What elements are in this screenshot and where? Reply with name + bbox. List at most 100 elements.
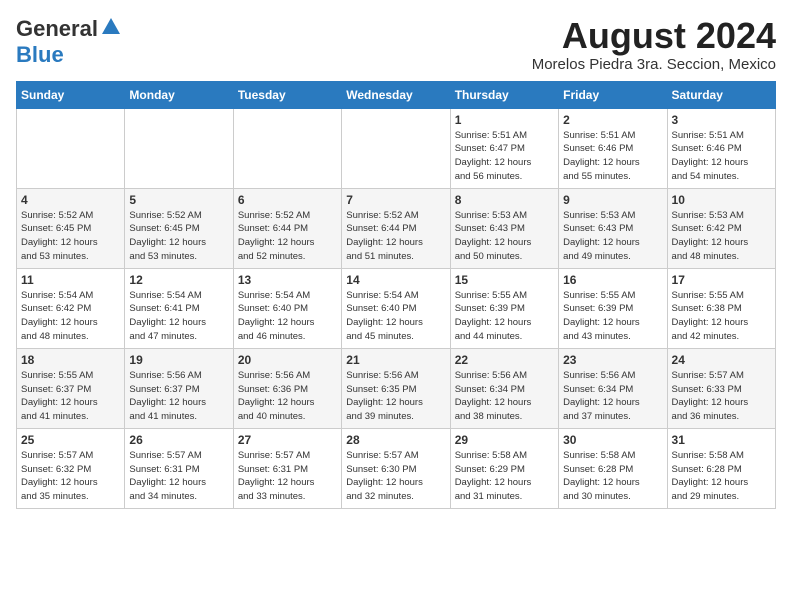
day-info: Sunrise: 5:53 AM Sunset: 6:43 PM Dayligh… [563,209,662,264]
calendar-cell: 27 Sunrise: 5:57 AM Sunset: 6:31 PM Dayli… [233,428,341,508]
day-info: Sunrise: 5:54 AM Sunset: 6:40 PM Dayligh… [346,289,445,344]
calendar-cell: 26 Sunrise: 5:57 AM Sunset: 6:31 PM Dayli… [125,428,233,508]
calendar-cell: 10 Sunrise: 5:53 AM Sunset: 6:42 PM Dayli… [667,188,775,268]
calendar-cell: 20 Sunrise: 5:56 AM Sunset: 6:36 PM Dayli… [233,348,341,428]
day-number: 21 [346,353,445,367]
calendar-cell: 31 Sunrise: 5:58 AM Sunset: 6:28 PM Dayli… [667,428,775,508]
header-friday: Friday [559,81,667,108]
day-info: Sunrise: 5:51 AM Sunset: 6:46 PM Dayligh… [563,129,662,184]
calendar-cell: 5 Sunrise: 5:52 AM Sunset: 6:45 PM Daylig… [125,188,233,268]
calendar-cell [125,108,233,188]
day-number: 3 [672,113,771,127]
day-info: Sunrise: 5:56 AM Sunset: 6:34 PM Dayligh… [563,369,662,424]
day-number: 24 [672,353,771,367]
calendar-cell: 7Sunrise: 5:52 AM Sunset: 6:44 PM Daylig… [342,188,450,268]
logo-blue: Blue [16,42,64,68]
day-number: 1 [455,113,554,127]
day-info: Sunrise: 5:57 AM Sunset: 6:31 PM Dayligh… [238,449,337,504]
day-info: Sunrise: 5:55 AM Sunset: 6:38 PM Dayligh… [672,289,771,344]
day-info: Sunrise: 5:53 AM Sunset: 6:43 PM Dayligh… [455,209,554,264]
day-info: Sunrise: 5:55 AM Sunset: 6:37 PM Dayligh… [21,369,120,424]
calendar-cell: 3Sunrise: 5:51 AM Sunset: 6:46 PM Daylig… [667,108,775,188]
day-info: Sunrise: 5:52 AM Sunset: 6:44 PM Dayligh… [238,209,337,264]
day-info: Sunrise: 5:52 AM Sunset: 6:45 PM Dayligh… [21,209,120,264]
day-info: Sunrise: 5:54 AM Sunset: 6:41 PM Dayligh… [129,289,228,344]
month-year-title: August 2024 [532,16,776,56]
calendar-week-1: 1 Sunrise: 5:51 AM Sunset: 6:47 PM Daylig… [17,108,776,188]
calendar-cell: 29 Sunrise: 5:58 AM Sunset: 6:29 PM Dayli… [450,428,558,508]
calendar-cell: 9 Sunrise: 5:53 AM Sunset: 6:43 PM Daylig… [559,188,667,268]
day-number: 4 [21,193,120,207]
logo-icon [100,16,122,38]
day-number: 16 [563,273,662,287]
day-info: Sunrise: 5:51 AM Sunset: 6:47 PM Dayligh… [455,129,554,184]
calendar-cell: 6Sunrise: 5:52 AM Sunset: 6:44 PM Daylig… [233,188,341,268]
calendar-cell: 4 Sunrise: 5:52 AM Sunset: 6:45 PM Daylig… [17,188,125,268]
location-subtitle: Morelos Piedra 3ra. Seccion, Mexico [532,56,776,73]
calendar-cell: 8 Sunrise: 5:53 AM Sunset: 6:43 PM Daylig… [450,188,558,268]
calendar-cell: 15 Sunrise: 5:55 AM Sunset: 6:39 PM Dayli… [450,268,558,348]
header-saturday: Saturday [667,81,775,108]
calendar-cell: 30 Sunrise: 5:58 AM Sunset: 6:28 PM Dayli… [559,428,667,508]
calendar-cell: 23 Sunrise: 5:56 AM Sunset: 6:34 PM Dayli… [559,348,667,428]
calendar-week-4: 18 Sunrise: 5:55 AM Sunset: 6:37 PM Dayli… [17,348,776,428]
calendar-cell: 21 Sunrise: 5:56 AM Sunset: 6:35 PM Dayli… [342,348,450,428]
calendar-cell: 28Sunrise: 5:57 AM Sunset: 6:30 PM Dayli… [342,428,450,508]
calendar-cell: 11Sunrise: 5:54 AM Sunset: 6:42 PM Dayli… [17,268,125,348]
day-info: Sunrise: 5:54 AM Sunset: 6:42 PM Dayligh… [21,289,120,344]
calendar-cell: 22Sunrise: 5:56 AM Sunset: 6:34 PM Dayli… [450,348,558,428]
logo: General Blue [16,16,122,68]
calendar-week-2: 4 Sunrise: 5:52 AM Sunset: 6:45 PM Daylig… [17,188,776,268]
calendar-table: SundayMondayTuesdayWednesdayThursdayFrid… [16,81,776,509]
day-number: 28 [346,433,445,447]
calendar-cell: 16 Sunrise: 5:55 AM Sunset: 6:39 PM Dayli… [559,268,667,348]
day-number: 25 [21,433,120,447]
day-info: Sunrise: 5:53 AM Sunset: 6:42 PM Dayligh… [672,209,771,264]
page-header: General Blue August 2024 Morelos Piedra … [16,16,776,73]
day-info: Sunrise: 5:56 AM Sunset: 6:35 PM Dayligh… [346,369,445,424]
day-number: 20 [238,353,337,367]
day-number: 18 [21,353,120,367]
day-number: 10 [672,193,771,207]
day-number: 15 [455,273,554,287]
day-number: 8 [455,193,554,207]
day-number: 26 [129,433,228,447]
calendar-cell: 1 Sunrise: 5:51 AM Sunset: 6:47 PM Daylig… [450,108,558,188]
calendar-week-5: 25Sunrise: 5:57 AM Sunset: 6:32 PM Dayli… [17,428,776,508]
calendar-cell [342,108,450,188]
header-monday: Monday [125,81,233,108]
calendar-cell [233,108,341,188]
day-info: Sunrise: 5:55 AM Sunset: 6:39 PM Dayligh… [563,289,662,344]
calendar-cell: 18 Sunrise: 5:55 AM Sunset: 6:37 PM Dayli… [17,348,125,428]
day-info: Sunrise: 5:56 AM Sunset: 6:36 PM Dayligh… [238,369,337,424]
title-section: August 2024 Morelos Piedra 3ra. Seccion,… [532,16,776,73]
day-number: 29 [455,433,554,447]
day-number: 30 [563,433,662,447]
day-info: Sunrise: 5:52 AM Sunset: 6:44 PM Dayligh… [346,209,445,264]
day-number: 23 [563,353,662,367]
day-info: Sunrise: 5:56 AM Sunset: 6:34 PM Dayligh… [455,369,554,424]
day-number: 13 [238,273,337,287]
day-info: Sunrise: 5:54 AM Sunset: 6:40 PM Dayligh… [238,289,337,344]
calendar-cell [17,108,125,188]
day-number: 5 [129,193,228,207]
day-number: 2 [563,113,662,127]
calendar-cell: 2 Sunrise: 5:51 AM Sunset: 6:46 PM Daylig… [559,108,667,188]
day-info: Sunrise: 5:58 AM Sunset: 6:29 PM Dayligh… [455,449,554,504]
calendar-cell: 13 Sunrise: 5:54 AM Sunset: 6:40 PM Dayli… [233,268,341,348]
day-number: 31 [672,433,771,447]
day-info: Sunrise: 5:57 AM Sunset: 6:33 PM Dayligh… [672,369,771,424]
day-info: Sunrise: 5:58 AM Sunset: 6:28 PM Dayligh… [672,449,771,504]
day-number: 27 [238,433,337,447]
header-tuesday: Tuesday [233,81,341,108]
day-info: Sunrise: 5:57 AM Sunset: 6:31 PM Dayligh… [129,449,228,504]
day-info: Sunrise: 5:52 AM Sunset: 6:45 PM Dayligh… [129,209,228,264]
day-info: Sunrise: 5:55 AM Sunset: 6:39 PM Dayligh… [455,289,554,344]
day-info: Sunrise: 5:58 AM Sunset: 6:28 PM Dayligh… [563,449,662,504]
header-sunday: Sunday [17,81,125,108]
calendar-cell: 24 Sunrise: 5:57 AM Sunset: 6:33 PM Dayli… [667,348,775,428]
day-number: 19 [129,353,228,367]
header-wednesday: Wednesday [342,81,450,108]
calendar-header-row: SundayMondayTuesdayWednesdayThursdayFrid… [17,81,776,108]
day-number: 9 [563,193,662,207]
